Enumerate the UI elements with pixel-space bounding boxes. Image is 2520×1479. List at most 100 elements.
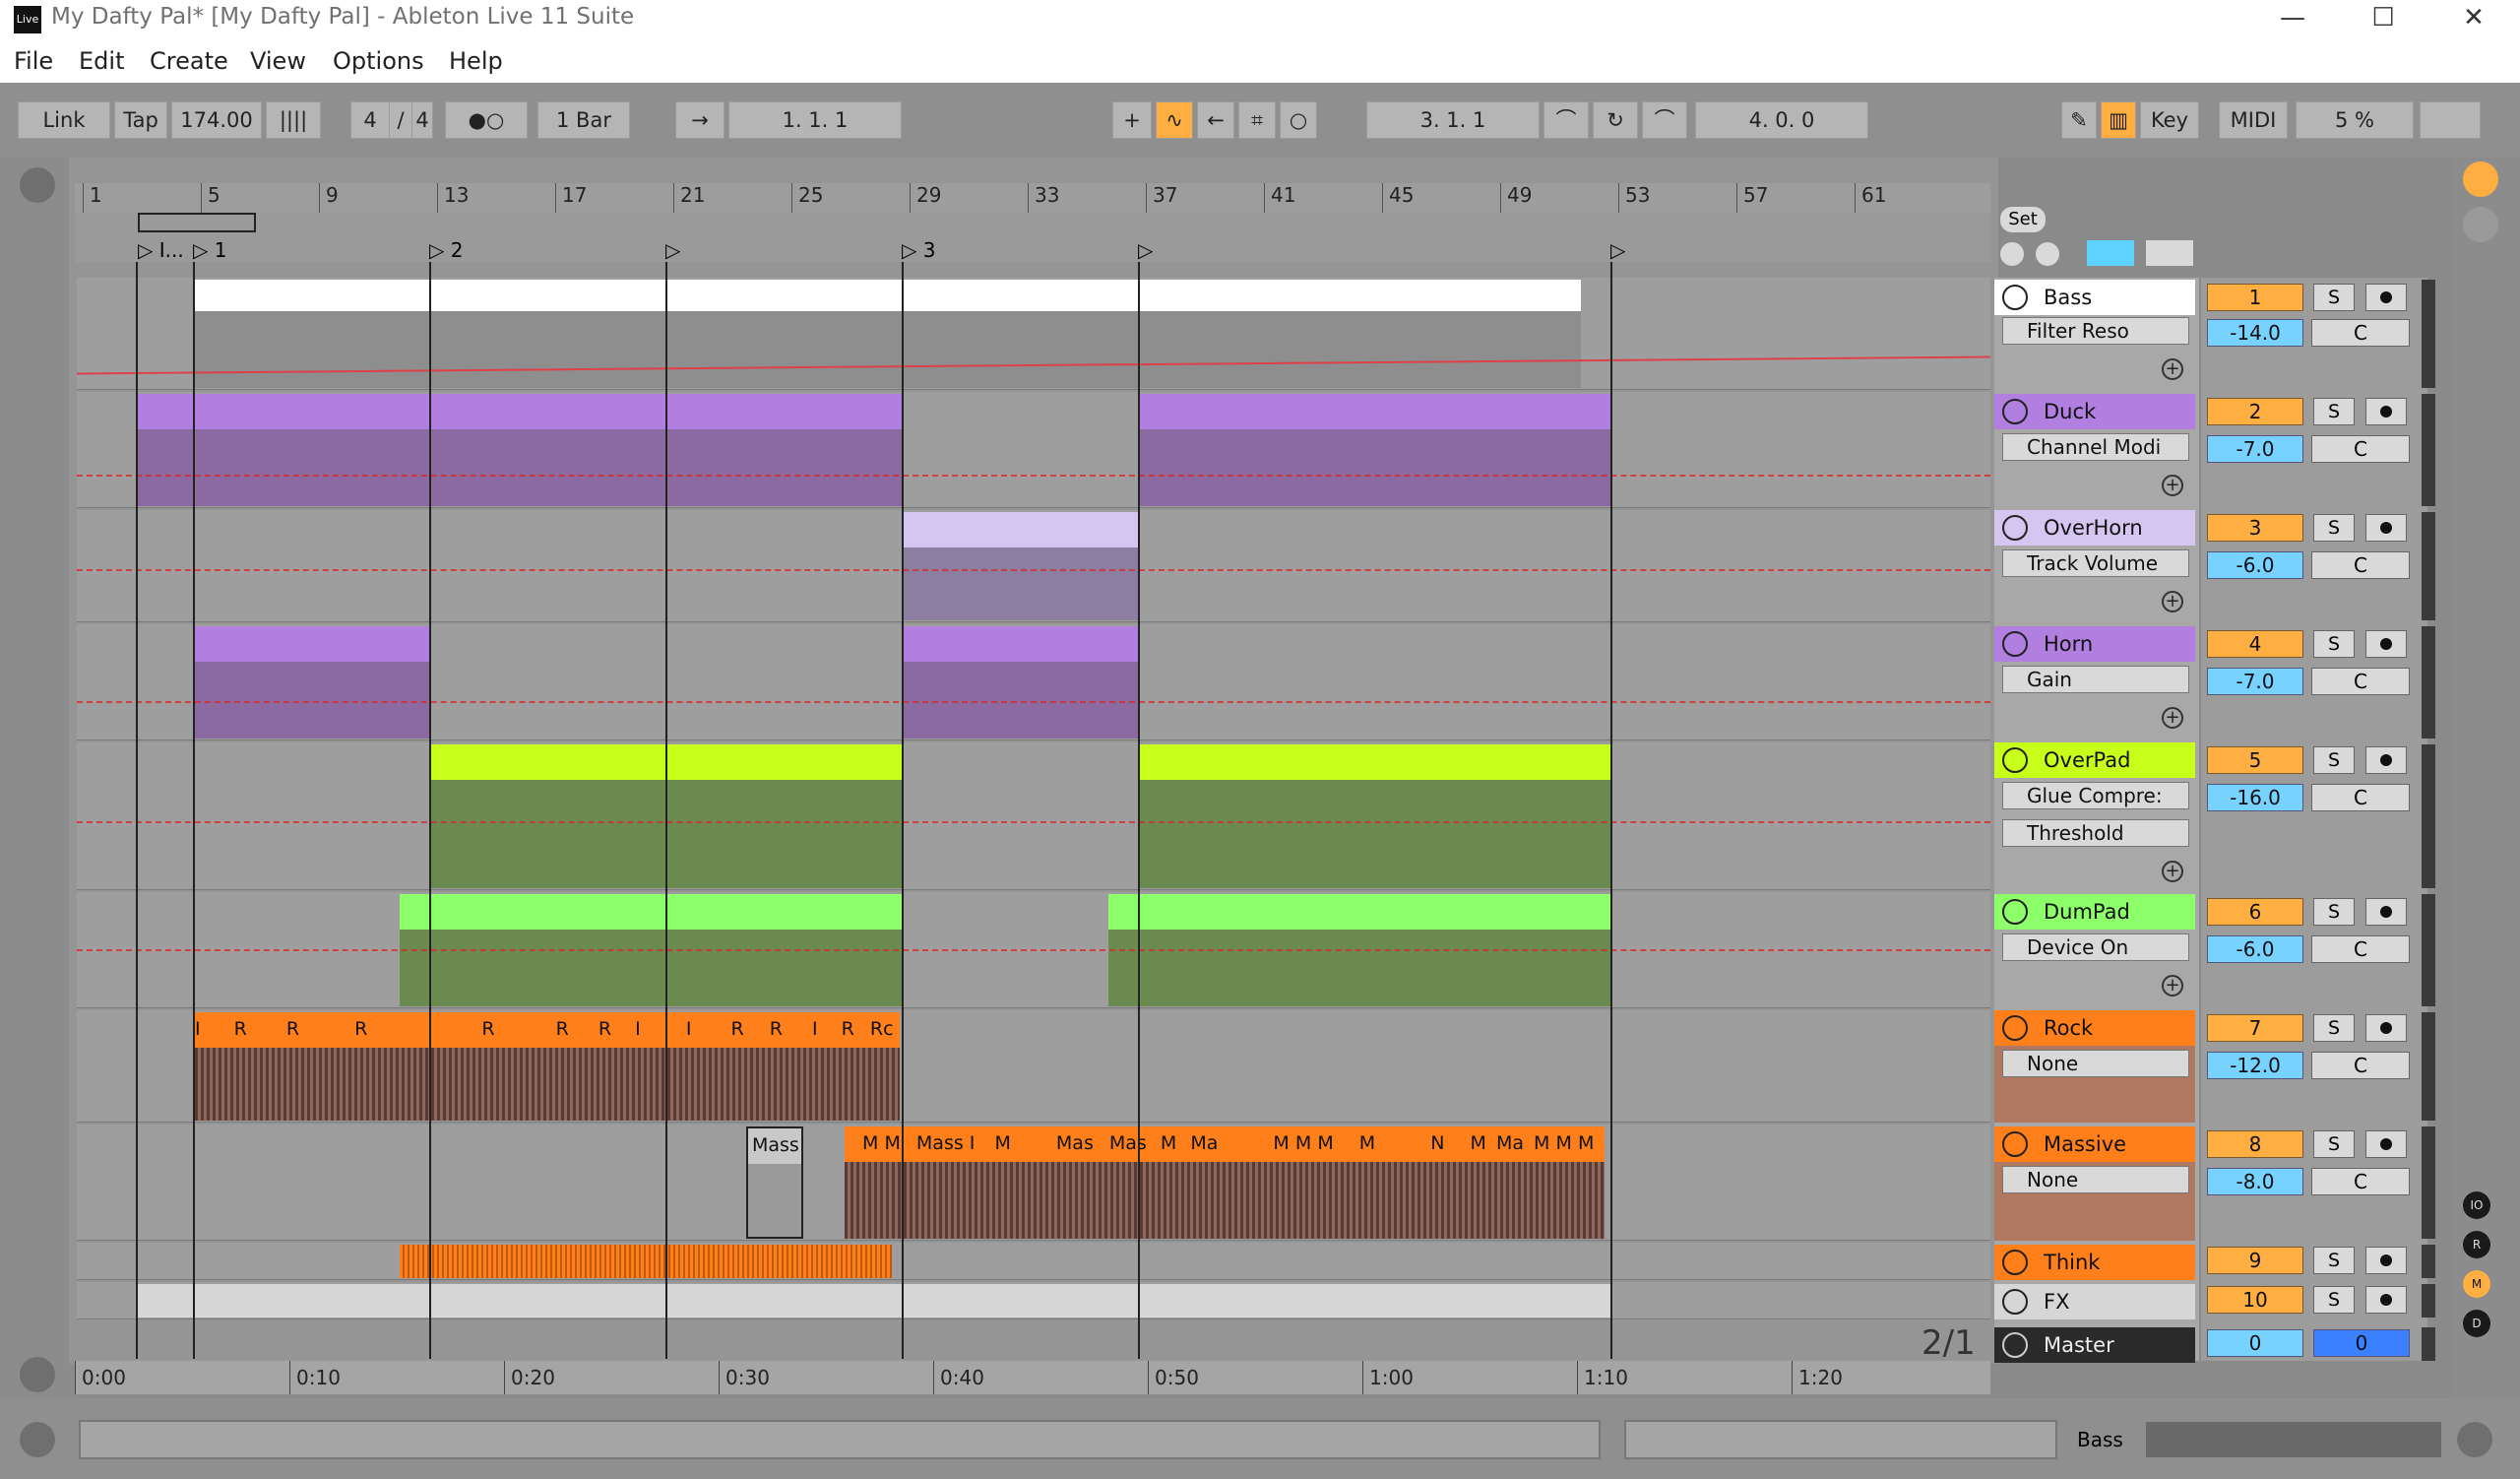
loop-brace[interactable] (138, 213, 256, 232)
track-activator[interactable]: 8 (2207, 1130, 2303, 1158)
track-activator[interactable]: 2 (2207, 398, 2303, 425)
locator-lane[interactable]: ▷ I... ▷ 1 ▷ 2 ▷ ▷ 3 ▷ ▷ (75, 213, 1990, 262)
automation-mode-icon[interactable] (2087, 240, 2134, 266)
fold-icon[interactable] (2002, 285, 2028, 310)
solo-button[interactable]: S (2313, 514, 2355, 542)
fold-icon[interactable] (2002, 631, 2028, 657)
pan-field[interactable]: C (2311, 551, 2410, 579)
arm-button[interactable] (2365, 284, 2407, 311)
volume-field[interactable]: -8.0 (2207, 1168, 2303, 1195)
tempo-field[interactable]: 174.00 (171, 101, 262, 139)
loop-length-field[interactable]: 4. 0. 0 (1695, 101, 1868, 139)
solo-button[interactable]: S (2313, 630, 2355, 658)
detail-view-icon[interactable] (2457, 1422, 2492, 1457)
session-record-icon[interactable]: ○ (1280, 101, 1317, 139)
key-map-button[interactable]: Key (2140, 101, 2199, 139)
midi-map-button[interactable]: MIDI (2219, 101, 2288, 139)
solo-button[interactable]: S (2313, 284, 2355, 311)
device-chooser[interactable]: Channel Modi (2002, 433, 2189, 461)
locator-intro[interactable]: ▷ I... (138, 238, 184, 262)
grooves-icon[interactable] (20, 1357, 55, 1392)
clip-overpad[interactable] (1140, 744, 1610, 888)
parameter-chooser[interactable]: Threshold (2002, 819, 2189, 847)
solo-button[interactable]: S (2313, 398, 2355, 425)
solo-button[interactable]: S (2313, 1286, 2355, 1314)
track-activator[interactable]: 6 (2207, 898, 2303, 926)
pan-field[interactable]: C (2311, 1168, 2410, 1195)
follow-icon[interactable]: → (675, 101, 724, 139)
solo-button[interactable]: S (2313, 746, 2355, 774)
arm-button[interactable] (2365, 398, 2407, 425)
menu-help[interactable]: Help (449, 47, 503, 75)
clip-massive[interactable]: M M Mass I M Mas Mas M Ma M M M M N M Ma… (845, 1126, 1605, 1239)
pan-field[interactable]: C (2311, 668, 2410, 695)
menu-edit[interactable]: Edit (79, 47, 124, 75)
volume-field[interactable]: -6.0 (2207, 551, 2303, 579)
volume-field[interactable]: -12.0 (2207, 1052, 2303, 1079)
link-button[interactable]: Link (18, 101, 110, 139)
loop-start-field[interactable]: 3. 1. 1 (1366, 101, 1540, 139)
draw-mode-icon[interactable]: ✎ (2061, 101, 2097, 139)
arm-button[interactable] (2365, 1286, 2407, 1314)
device-chooser[interactable]: None (2002, 1166, 2189, 1193)
returns-toggle-icon[interactable]: R (2463, 1231, 2490, 1258)
close-button[interactable]: ✕ (2429, 0, 2518, 39)
unfold-icon[interactable] (2002, 1250, 2028, 1275)
clip-fx[interactable] (138, 1284, 1610, 1318)
set-locator-button[interactable]: Set (2000, 207, 2046, 232)
loop-icon[interactable]: ↻ (1593, 101, 1638, 139)
device-chooser[interactable]: Gain (2002, 666, 2189, 693)
clip-horn[interactable] (904, 626, 1138, 739)
master-volume[interactable]: 0 (2207, 1329, 2303, 1357)
nudge-icon[interactable]: |||| (266, 101, 321, 139)
device-chooser[interactable]: None (2002, 1050, 2189, 1077)
volume-field[interactable]: -16.0 (2207, 784, 2303, 811)
arm-button[interactable] (2365, 898, 2407, 926)
solo-button[interactable]: S (2313, 1014, 2355, 1042)
unfold-icon[interactable] (2002, 1289, 2028, 1315)
clip-duck[interactable] (138, 394, 902, 506)
solo-button[interactable]: S (2313, 1130, 2355, 1158)
track-activator[interactable]: 1 (2207, 284, 2303, 311)
track-activator[interactable]: 4 (2207, 630, 2303, 658)
arm-button[interactable] (2365, 514, 2407, 542)
unfold-icon[interactable] (2002, 1332, 2028, 1358)
overdub-icon[interactable]: + (1112, 101, 1152, 139)
maximize-button[interactable]: ☐ (2339, 0, 2427, 39)
add-lane-icon[interactable]: + (2162, 591, 2183, 612)
arm-button[interactable] (2365, 746, 2407, 774)
menu-lines-icon[interactable] (2463, 161, 2498, 197)
fold-icon[interactable] (2002, 1131, 2028, 1157)
track-activator[interactable]: 5 (2207, 746, 2303, 774)
volume-field[interactable]: -6.0 (2207, 935, 2303, 963)
locator-marker[interactable]: ▷ (1138, 238, 1153, 262)
volume-field[interactable]: -14.0 (2207, 319, 2303, 347)
keyboard-icon[interactable]: ▥ (2101, 101, 2136, 139)
arm-button[interactable] (2365, 630, 2407, 658)
mixer-columns-icon[interactable] (2463, 207, 2498, 242)
locator-3[interactable]: ▷ 3 (902, 238, 935, 262)
pan-field[interactable]: C (2311, 1052, 2410, 1079)
menu-file[interactable]: File (14, 47, 53, 75)
punch-in-icon[interactable]: ⌒ (1544, 101, 1589, 139)
solo-button[interactable]: S (2313, 898, 2355, 926)
clip-horn[interactable] (195, 626, 429, 739)
signature-numerator[interactable]: 4 (350, 101, 390, 139)
fold-icon[interactable] (2002, 1015, 2028, 1041)
fold-icon[interactable] (2002, 399, 2028, 424)
arrangement-position[interactable]: 1. 1. 1 (728, 101, 902, 139)
clip-rock[interactable]: I R R R R R R I I R R I R Rc Rc R (195, 1012, 900, 1121)
delay-toggle-icon[interactable]: D (2463, 1310, 2490, 1337)
pan-field[interactable]: C (2311, 784, 2410, 811)
track-activator[interactable]: 3 (2207, 514, 2303, 542)
add-lane-icon[interactable]: + (2162, 975, 2183, 997)
next-locator-icon[interactable] (2036, 242, 2059, 266)
solo-button[interactable]: S (2313, 1247, 2355, 1274)
arm-button[interactable] (2365, 1247, 2407, 1274)
pan-field[interactable]: C (2311, 319, 2410, 347)
add-lane-icon[interactable]: + (2162, 475, 2183, 496)
info-view-icon[interactable] (20, 1422, 55, 1457)
menu-create[interactable]: Create (150, 47, 228, 75)
menu-view[interactable]: View (250, 47, 306, 75)
add-lane-icon[interactable]: + (2162, 358, 2183, 380)
